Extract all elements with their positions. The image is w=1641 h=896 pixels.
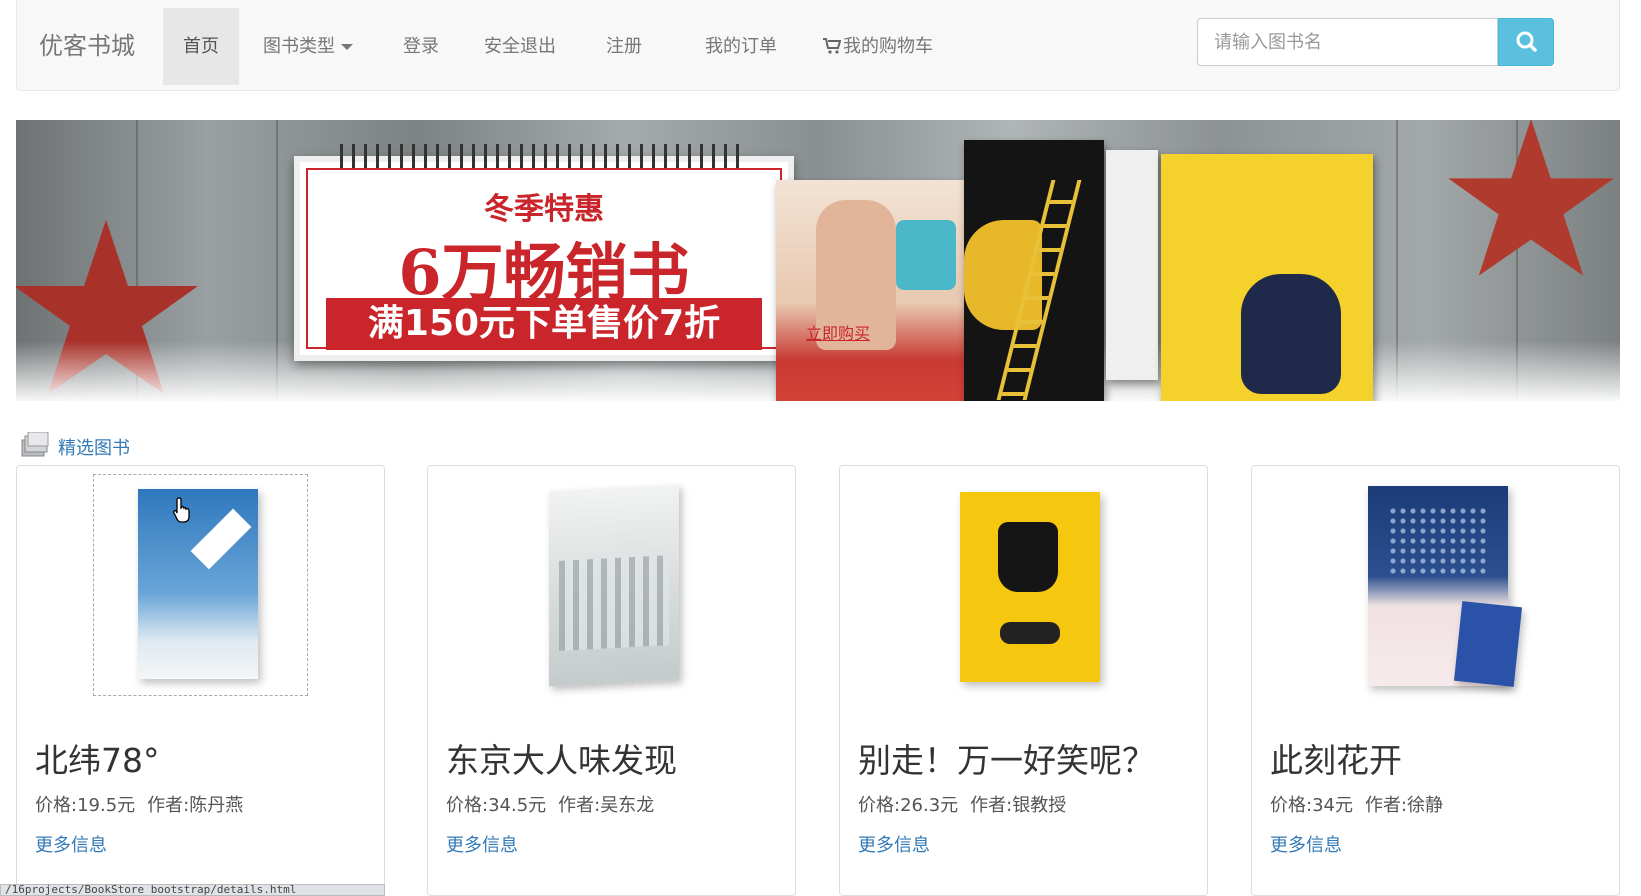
section-title[interactable]: 精选图书 bbox=[58, 434, 130, 460]
book-card: 此刻花开 价格:34元 作者:徐静 更多信息 bbox=[1251, 465, 1620, 896]
nav-register[interactable]: 注册 bbox=[586, 8, 662, 85]
promo-offer: 满150元下单售价7折 bbox=[326, 298, 762, 350]
nav-book-types[interactable]: 图书类型 bbox=[243, 8, 373, 85]
more-info-link[interactable]: 更多信息 bbox=[35, 831, 107, 857]
more-info-link[interactable]: 更多信息 bbox=[446, 831, 518, 857]
book-cover bbox=[960, 492, 1100, 682]
nav-logout[interactable]: 安全退出 bbox=[464, 8, 576, 85]
nav-my-cart-label: 我的购物车 bbox=[843, 36, 933, 57]
cart-icon bbox=[823, 38, 841, 54]
book-author: 作者:陈丹燕 bbox=[147, 795, 244, 816]
top-navbar: 优客书城 首页 图书类型 登录 安全退出 注册 我的订单 我的购物车 bbox=[16, 0, 1620, 91]
book-price: 价格:19.5元 bbox=[35, 795, 136, 816]
search-icon bbox=[1516, 31, 1537, 52]
nav-book-types-label: 图书类型 bbox=[263, 36, 335, 57]
banner-book-crazy bbox=[964, 140, 1104, 401]
book-card: 北纬78° 价格:19.5元 作者:陈丹燕 更多信息 bbox=[16, 465, 385, 896]
banner-book-pi bbox=[1106, 150, 1158, 380]
notebook-illustration bbox=[1453, 601, 1523, 687]
nav-home[interactable]: 首页 bbox=[163, 8, 239, 85]
book-title: 此刻花开 bbox=[1270, 741, 1402, 780]
book-meta: 价格:26.3元 作者:银教授 bbox=[858, 791, 1066, 817]
banner-book-fitness bbox=[776, 180, 981, 401]
book-title: 别走！万一好笑呢？ bbox=[858, 741, 1155, 780]
promo-calendar: 冬季特惠 6万畅销书 满150元下单售价7折 bbox=[294, 144, 794, 361]
book-meta: 价格:34元 作者:徐静 bbox=[1270, 791, 1443, 817]
book-price: 价格:34.5元 bbox=[446, 795, 547, 816]
search-button[interactable] bbox=[1498, 18, 1554, 66]
book-meta: 价格:34.5元 作者:吴东龙 bbox=[446, 791, 654, 817]
book-cover-link[interactable] bbox=[93, 474, 308, 696]
nav-my-orders[interactable]: 我的订单 bbox=[685, 8, 797, 85]
book-author: 作者:银教授 bbox=[970, 795, 1067, 816]
status-bar-url: /16projects/BookStore_bootstrap/details.… bbox=[0, 884, 385, 896]
more-info-link[interactable]: 更多信息 bbox=[1270, 831, 1342, 857]
book-cover bbox=[138, 489, 258, 679]
christmas-star-icon bbox=[1448, 120, 1614, 276]
books-icon bbox=[21, 432, 49, 457]
book-card: 别走！万一好笑呢？ 价格:26.3元 作者:银教授 更多信息 bbox=[839, 465, 1208, 896]
book-author: 作者:吴东龙 bbox=[558, 795, 655, 816]
caret-down-icon bbox=[341, 44, 353, 50]
book-price: 价格:34元 bbox=[1270, 795, 1353, 816]
book-card: 东京大人味发现 价格:34.5元 作者:吴东龙 更多信息 bbox=[427, 465, 796, 896]
nav-login[interactable]: 登录 bbox=[383, 8, 459, 85]
book-author: 作者:徐静 bbox=[1364, 795, 1444, 816]
book-price: 价格:26.3元 bbox=[858, 795, 959, 816]
promo-banner[interactable]: 冬季特惠 6万畅销书 满150元下单售价7折 立即购买 bbox=[16, 120, 1620, 401]
banner-book-kindness bbox=[1161, 154, 1373, 401]
search-input[interactable] bbox=[1197, 18, 1498, 66]
book-title: 北纬78° bbox=[35, 741, 160, 780]
book-meta: 价格:19.5元 作者:陈丹燕 bbox=[35, 791, 243, 817]
buy-now-link[interactable]: 立即购买 bbox=[806, 320, 870, 344]
book-cover bbox=[549, 484, 679, 687]
book-title: 东京大人味发现 bbox=[446, 741, 677, 780]
book-cover-link[interactable] bbox=[504, 474, 719, 696]
more-info-link[interactable]: 更多信息 bbox=[858, 831, 930, 857]
hand-cursor-icon bbox=[173, 497, 190, 523]
brand-logo[interactable]: 优客书城 bbox=[39, 26, 135, 61]
book-cover-link[interactable] bbox=[1328, 474, 1543, 696]
book-cover-link[interactable] bbox=[916, 474, 1131, 696]
nav-my-cart[interactable]: 我的购物车 bbox=[803, 8, 953, 85]
